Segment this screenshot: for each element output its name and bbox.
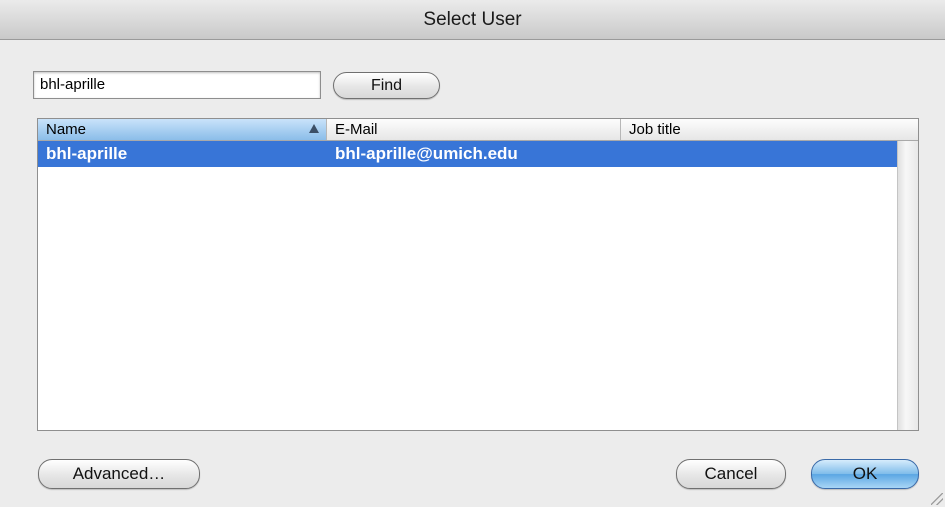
ok-button[interactable]: OK [811, 459, 919, 489]
sort-ascending-icon [309, 124, 319, 133]
table-row[interactable]: bhl-aprille bhl-aprille@umich.edu [38, 141, 897, 167]
column-header-name[interactable]: Name [38, 119, 327, 140]
user-list: Name E-Mail Job title bhl-aprille bhl-ap… [37, 118, 919, 431]
column-header-row: Name E-Mail Job title [38, 119, 918, 141]
cell-name: bhl-aprille [46, 144, 128, 163]
cancel-button[interactable]: Cancel [676, 459, 786, 489]
find-button[interactable]: Find [333, 72, 440, 99]
column-header-email[interactable]: E-Mail [327, 119, 621, 140]
search-input[interactable]: bhl-aprille [33, 71, 321, 99]
vertical-scrollbar[interactable] [897, 141, 918, 430]
cell-email: bhl-aprille@umich.edu [335, 144, 518, 163]
window-title: Select User [0, 0, 945, 40]
column-header-name-label: Name [46, 121, 87, 138]
resize-grip-icon[interactable] [931, 493, 943, 505]
advanced-button[interactable]: Advanced… [38, 459, 200, 489]
table-body: bhl-aprille bhl-aprille@umich.edu [38, 141, 897, 167]
column-header-job-title[interactable]: Job title [621, 119, 918, 140]
